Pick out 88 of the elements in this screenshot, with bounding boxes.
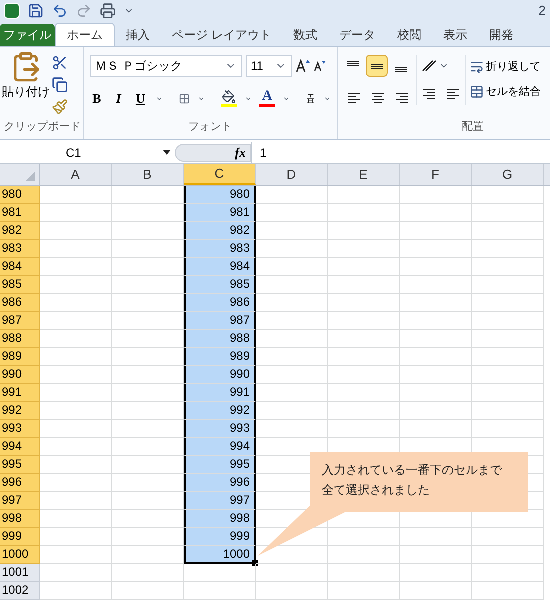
group-label: 配置 bbox=[462, 120, 484, 134]
table-cell: 995 bbox=[184, 456, 256, 474]
row-header[interactable]: 990 bbox=[0, 366, 40, 384]
wrap-text-icon[interactable] bbox=[470, 60, 484, 74]
row-header[interactable]: 980 bbox=[0, 186, 40, 204]
ribbon-tab[interactable]: 表示 bbox=[432, 23, 478, 46]
merge-cells-icon[interactable] bbox=[470, 84, 484, 99]
row-header[interactable]: 991 bbox=[0, 384, 40, 402]
row-header[interactable]: 982 bbox=[0, 222, 40, 240]
table-cell: 983 bbox=[184, 240, 256, 258]
row-header[interactable]: 989 bbox=[0, 348, 40, 366]
group-label: クリップボード bbox=[3, 120, 82, 134]
table-cell: 997 bbox=[184, 492, 256, 510]
row-header[interactable]: 993 bbox=[0, 420, 40, 438]
merge-cells-button[interactable]: セルを結合 bbox=[470, 84, 541, 100]
table-cell: 989 bbox=[184, 348, 256, 366]
group-label: フォント bbox=[188, 120, 232, 134]
ribbon-tab[interactable]: ページ レイアウト bbox=[161, 23, 282, 46]
window-title: 2 bbox=[538, 2, 546, 20]
name-box[interactable]: C1 bbox=[0, 142, 175, 163]
column-header[interactable]: A bbox=[40, 164, 112, 185]
row-header[interactable]: 985 bbox=[0, 276, 40, 294]
table-cell: 992 bbox=[184, 402, 256, 420]
font-color-button[interactable]: A bbox=[259, 90, 276, 108]
orientation-icon[interactable] bbox=[421, 59, 439, 73]
row-header[interactable]: 996 bbox=[0, 474, 40, 492]
column-header[interactable]: D bbox=[256, 164, 328, 185]
bold-button[interactable]: B bbox=[90, 89, 104, 108]
row-header[interactable]: 986 bbox=[0, 294, 40, 312]
ribbon-tab[interactable]: 挿入 bbox=[115, 23, 161, 46]
table-cell: 994 bbox=[184, 438, 256, 456]
column-header[interactable]: G bbox=[472, 164, 544, 185]
format-painter-icon[interactable] bbox=[52, 99, 68, 115]
save-icon[interactable] bbox=[28, 3, 44, 19]
file-tab[interactable]: ファイル bbox=[0, 24, 55, 46]
ribbon-tab[interactable]: ホーム bbox=[55, 23, 115, 46]
undo-icon[interactable] bbox=[52, 3, 68, 19]
table-cell: 999 bbox=[184, 528, 256, 546]
row-header[interactable]: 988 bbox=[0, 330, 40, 348]
table-cell: 1000 bbox=[184, 546, 256, 564]
italic-button[interactable]: I bbox=[112, 89, 126, 108]
row-header[interactable]: 1002 bbox=[0, 582, 40, 600]
table-cell: 988 bbox=[184, 330, 256, 348]
ribbon-tab[interactable]: 開発 bbox=[478, 23, 524, 46]
table-cell: 982 bbox=[184, 222, 256, 240]
underline-button[interactable]: U bbox=[134, 89, 148, 108]
table-cell: 993 bbox=[184, 420, 256, 438]
row-header[interactable]: 999 bbox=[0, 528, 40, 546]
table-cell: 996 bbox=[184, 474, 256, 492]
formula-input[interactable]: 1 bbox=[251, 142, 550, 163]
ribbon-tab[interactable]: 数式 bbox=[282, 23, 328, 46]
table-cell: 984 bbox=[184, 258, 256, 276]
font-name-field[interactable]: ＭＳ Ｐゴシック bbox=[90, 55, 242, 77]
column-header[interactable]: C bbox=[184, 164, 256, 185]
grow-font-icon[interactable] bbox=[296, 59, 310, 73]
column-header[interactable]: E bbox=[328, 164, 400, 185]
row-header[interactable]: 995 bbox=[0, 456, 40, 474]
row-header[interactable]: 992 bbox=[0, 402, 40, 420]
shrink-font-icon[interactable] bbox=[314, 60, 326, 72]
excel-logo-icon[interactable] bbox=[4, 3, 20, 19]
column-header[interactable]: F bbox=[400, 164, 472, 185]
ribbon-tab[interactable]: データ bbox=[328, 23, 386, 46]
table-cell: 991 bbox=[184, 384, 256, 402]
paste-button[interactable]: 貼り付け bbox=[4, 51, 48, 118]
table-cell: 986 bbox=[184, 294, 256, 312]
row-header[interactable]: 1000 bbox=[0, 546, 40, 564]
row-header[interactable]: 983 bbox=[0, 240, 40, 258]
row-header[interactable]: 987 bbox=[0, 312, 40, 330]
row-header[interactable]: 997 bbox=[0, 492, 40, 510]
table-cell: 998 bbox=[184, 510, 256, 528]
copy-icon[interactable] bbox=[52, 77, 68, 93]
table-cell: 980 bbox=[184, 186, 256, 204]
print-icon[interactable] bbox=[100, 3, 116, 19]
row-header[interactable]: 984 bbox=[0, 258, 40, 276]
table-cell: 981 bbox=[184, 204, 256, 222]
row-header[interactable]: 998 bbox=[0, 510, 40, 528]
cut-icon[interactable] bbox=[52, 55, 68, 71]
font-size-field[interactable]: 11 bbox=[246, 55, 292, 77]
row-header[interactable]: 981 bbox=[0, 204, 40, 222]
table-cell: 987 bbox=[184, 312, 256, 330]
table-cell: 990 bbox=[184, 366, 256, 384]
fill-color-icon[interactable] bbox=[220, 90, 236, 108]
wrap-text-button[interactable]: 折り返して bbox=[470, 59, 541, 76]
row-header[interactable]: 994 bbox=[0, 438, 40, 456]
insert-function-button[interactable]: fx bbox=[235, 142, 246, 162]
ribbon-tab[interactable]: 校閲 bbox=[386, 23, 432, 46]
table-cell: 985 bbox=[184, 276, 256, 294]
row-header[interactable]: 1001 bbox=[0, 564, 40, 582]
